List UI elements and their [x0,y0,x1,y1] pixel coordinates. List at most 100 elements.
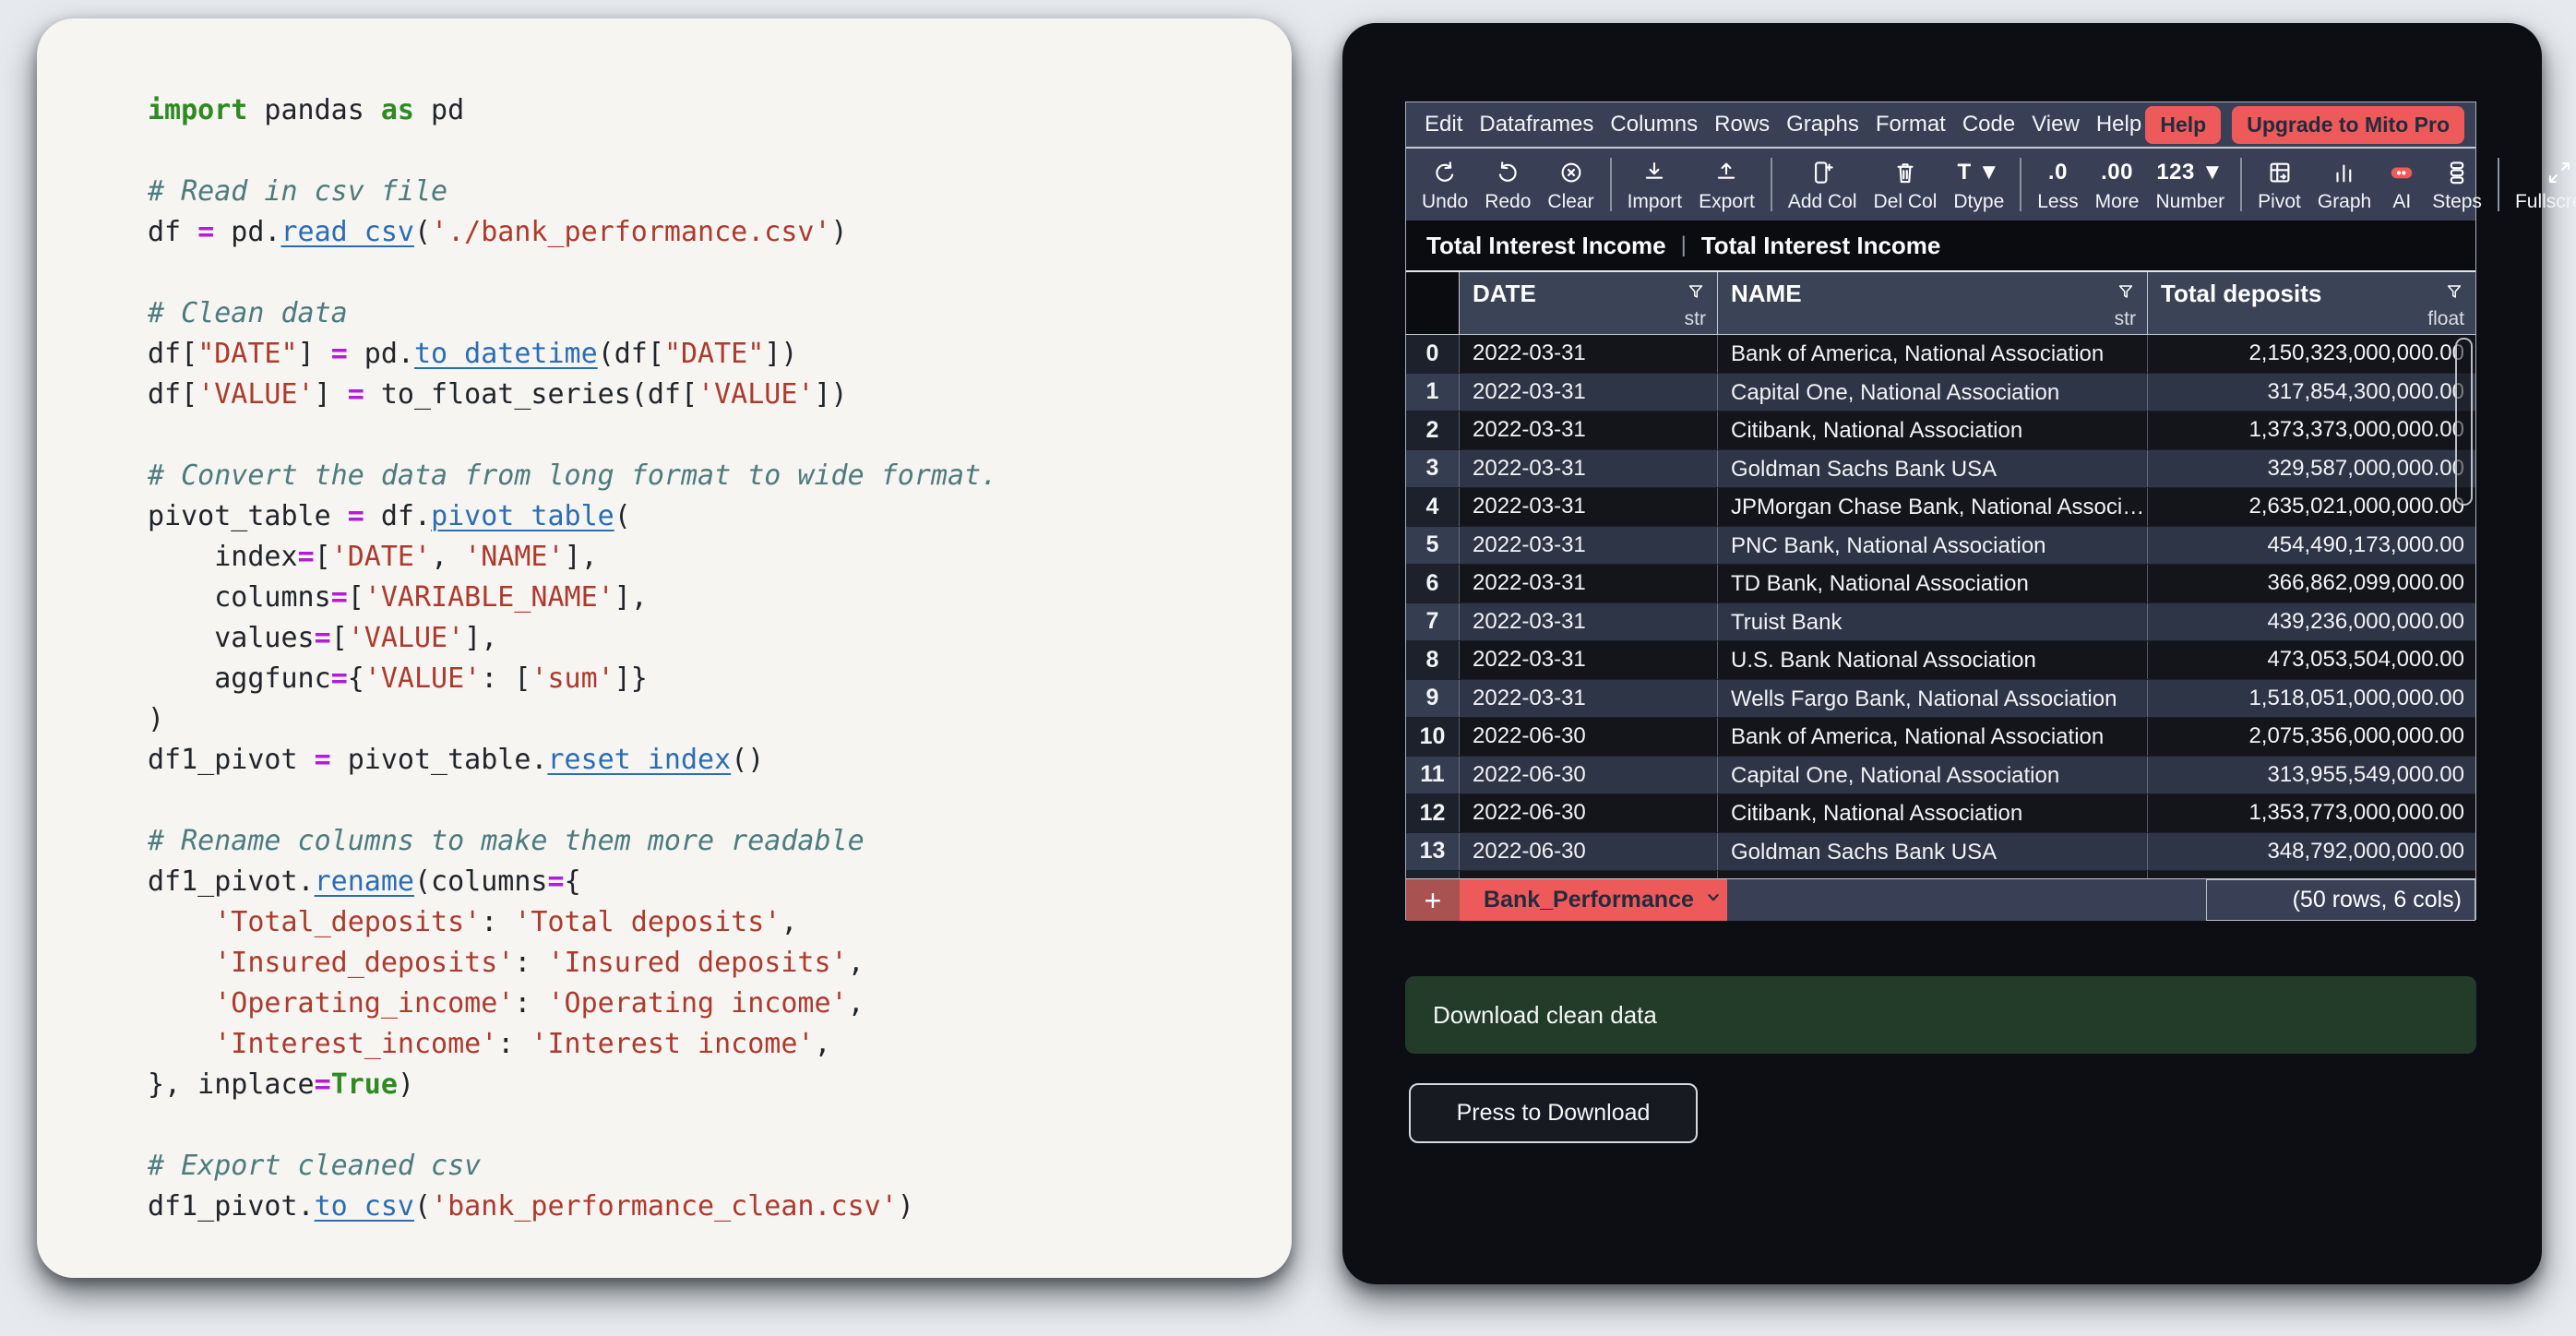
total-deposits-cell[interactable]: 454,490,173,000.00 [2148,527,2475,565]
name-cell[interactable]: Capital One, National Association [1718,374,2148,412]
name-cell[interactable]: Truist Bank [1718,603,2148,641]
row-index-cell[interactable]: 10 [1406,718,1460,756]
total-deposits-cell[interactable]: 473,053,504,000.00 [2148,641,2475,679]
toolbar-button-ai[interactable]: AI [2379,149,2424,221]
toolbar-button-export[interactable]: Export [1690,149,1763,221]
total-deposits-cell[interactable]: 317,854,300,000.00 [2148,374,2475,412]
date-cell[interactable]: 2022-03-31 [1460,565,1718,602]
toolbar-button-redo[interactable]: Redo [1476,149,1539,221]
row-index-cell[interactable]: 1 [1406,374,1460,412]
add-sheet-button[interactable]: + [1406,879,1460,921]
toolbar-button-import[interactable]: Import [1619,149,1691,221]
toolbar-button-number[interactable]: 123 ▼Number [2147,149,2233,221]
menu-item-code[interactable]: Code [1962,112,2015,137]
total-deposits-cell[interactable]: 1,373,373,000,000.00 [2148,412,2475,449]
date-cell[interactable]: 2022-06-30 [1460,757,1718,794]
name-cell[interactable]: Goldman Sachs Bank USA [1718,450,2148,488]
menu-item-edit[interactable]: Edit [1425,112,1462,137]
row-index-cell[interactable]: 12 [1406,794,1460,832]
total-deposits-cell[interactable]: 1,518,051,000,000.00 [2148,680,2475,718]
date-cell[interactable]: 2022-03-31 [1460,680,1718,718]
table-scrollbar-thumb[interactable] [2455,338,2473,506]
date-cell[interactable]: 2022-06-30 [1460,718,1718,756]
name-cell[interactable]: Citibank, National Association [1718,412,2148,449]
total-deposits-cell[interactable]: 348,792,000,000.00 [2148,833,2475,871]
name-cell[interactable]: TD Bank, National Association [1718,565,2148,602]
filter-icon[interactable] [2116,281,2136,306]
date-cell[interactable]: 2022-03-31 [1460,374,1718,412]
help-button[interactable]: Help [2145,106,2221,144]
date-cell[interactable]: 2022-06-30 [1460,794,1718,832]
name-cell[interactable]: JPMorgan Chase Bank, National Associatio… [1718,871,2148,878]
total-deposits-cell[interactable]: 2,150,323,000,000.00 [2148,335,2475,373]
column-header-date[interactable]: DATEstr [1460,272,1718,334]
toolbar-button-clear[interactable]: Clear [1539,149,1602,221]
toolbar-button-dtype[interactable]: T ▼Dtype [1945,149,2012,221]
date-cell[interactable]: 2022-06-30 [1460,833,1718,871]
toolbar-button-less[interactable]: .0Less [2029,149,2086,221]
total-deposits-cell[interactable]: 2,075,356,000,000.00 [2148,718,2475,756]
menu-item-help[interactable]: Help [2096,112,2141,137]
sheet-tab-bank-performance[interactable]: Bank_Performance [1460,879,1727,921]
toolbar-button-pivot[interactable]: Pivot [2249,149,2309,221]
name-cell[interactable]: Capital One, National Association [1718,757,2148,794]
total-deposits-cell[interactable]: 329,587,000,000.00 [2148,450,2475,488]
row-index-cell[interactable]: 11 [1406,757,1460,794]
menu-item-view[interactable]: View [2032,112,2080,137]
toolbar-button-label: Redo [1485,191,1531,213]
total-deposits-cell[interactable]: 313,955,549,000.00 [2148,757,2475,794]
total-deposits-cell[interactable]: 2,635,021,000,000.00 [2148,488,2475,526]
date-cell[interactable]: 2022-06-30 [1460,871,1718,878]
name-cell[interactable]: Goldman Sachs Bank USA [1718,833,2148,871]
total-deposits-cell[interactable]: 2,743,757,000,000.00 [2148,871,2475,878]
date-cell[interactable]: 2022-03-31 [1460,527,1718,565]
filter-icon[interactable] [2444,281,2464,306]
toolbar-button-del-col[interactable]: Del Col [1866,149,1946,221]
column-header-total-deposits[interactable]: Total depositsfloat [2148,272,2475,334]
filter-icon[interactable] [1686,281,1706,306]
press-to-download-button[interactable]: Press to Download [1409,1083,1698,1143]
menu-item-format[interactable]: Format [1876,112,1946,137]
toolbar-button-more[interactable]: .00More [2087,149,2148,221]
toolbar-button-fullscreen[interactable]: Fullscreen [2507,149,2576,221]
total-deposits-cell[interactable]: 439,236,000,000.00 [2148,603,2475,641]
tab-crumb-primary[interactable]: Total Interest Income [1426,232,1666,260]
menu-item-columns[interactable]: Columns [1610,112,1698,137]
row-index-cell[interactable]: 3 [1406,450,1460,488]
toolbar-button-graph[interactable]: Graph [2309,149,2379,221]
row-index-cell[interactable]: 8 [1406,641,1460,679]
date-cell[interactable]: 2022-03-31 [1460,412,1718,449]
total-deposits-cell[interactable]: 366,862,099,000.00 [2148,565,2475,602]
date-cell[interactable]: 2022-03-31 [1460,450,1718,488]
row-index-cell[interactable]: 5 [1406,527,1460,565]
date-cell[interactable]: 2022-03-31 [1460,603,1718,641]
toolbar-button-steps[interactable]: Steps [2424,149,2490,221]
row-index-cell[interactable]: 14 [1406,871,1460,878]
row-index-cell[interactable]: 13 [1406,833,1460,871]
menu-item-dataframes[interactable]: Dataframes [1479,112,1593,137]
row-index-cell[interactable]: 7 [1406,603,1460,641]
name-cell[interactable]: Citibank, National Association [1718,794,2148,832]
date-cell[interactable]: 2022-03-31 [1460,641,1718,679]
toolbar-button-add-col[interactable]: Add Col [1780,149,1866,221]
total-deposits-cell[interactable]: 1,353,773,000,000.00 [2148,794,2475,832]
row-index-cell[interactable]: 4 [1406,488,1460,526]
menu-item-rows[interactable]: Rows [1714,112,1770,137]
name-cell[interactable]: U.S. Bank National Association [1718,641,2148,679]
tab-crumb-secondary[interactable]: Total Interest Income [1701,232,1941,260]
date-cell[interactable]: 2022-03-31 [1460,335,1718,373]
name-cell[interactable]: Bank of America, National Association [1718,335,2148,373]
name-cell[interactable]: Wells Fargo Bank, National Association [1718,680,2148,718]
date-cell[interactable]: 2022-03-31 [1460,488,1718,526]
row-index-cell[interactable]: 6 [1406,565,1460,602]
name-cell[interactable]: PNC Bank, National Association [1718,527,2148,565]
row-index-cell[interactable]: 2 [1406,412,1460,449]
name-cell[interactable]: Bank of America, National Association [1718,718,2148,756]
name-cell[interactable]: JPMorgan Chase Bank, National Associatio… [1718,488,2148,526]
toolbar-button-undo[interactable]: Undo [1413,149,1476,221]
row-index-cell[interactable]: 0 [1406,335,1460,373]
menu-item-graphs[interactable]: Graphs [1786,112,1859,137]
upgrade-to-mito-pro-button[interactable]: Upgrade to Mito Pro [2232,106,2464,144]
column-header-name[interactable]: NAMEstr [1718,272,2148,334]
row-index-cell[interactable]: 9 [1406,680,1460,718]
